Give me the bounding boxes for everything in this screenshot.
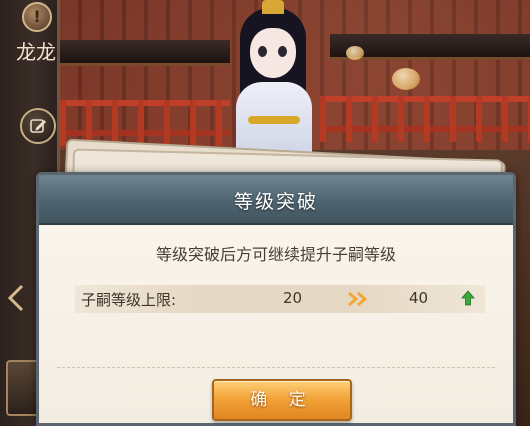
railing-right: [320, 96, 530, 142]
roof-left: [60, 40, 230, 66]
character-name: 龙龙: [16, 40, 56, 64]
level-cap-row: 子嗣等级上限: 20 40: [75, 285, 485, 313]
level-cap-old-value: 20: [283, 289, 303, 307]
dialog-header: 等级突破: [39, 175, 513, 225]
confirm-button[interactable]: 确 定: [212, 379, 352, 421]
dialog-title: 等级突破: [233, 191, 318, 213]
dialog-description: 等级突破后方可继续提升子嗣等级: [155, 245, 396, 264]
dialog-divider: [57, 367, 495, 368]
warning-icon[interactable]: !: [22, 2, 52, 32]
level-cap-label: 子嗣等级上限:: [81, 291, 177, 309]
pencil-icon: [30, 119, 46, 133]
scroll-left-arrow-icon[interactable]: [6, 284, 26, 312]
crown-ornament: [262, 0, 284, 14]
green-up-arrow-icon: [461, 290, 475, 306]
double-chevron-right-icon: [348, 291, 368, 307]
edit-name-button[interactable]: [20, 108, 56, 144]
lantern-icon: [392, 68, 420, 90]
level-cap-new-value: 40: [409, 289, 429, 307]
level-breakthrough-dialog: 等级突破 等级突破后方可继续提升子嗣等级 子嗣等级上限: 20 40 确 定: [36, 172, 516, 426]
child-character: [218, 0, 328, 172]
lantern-small-icon: [346, 46, 364, 60]
